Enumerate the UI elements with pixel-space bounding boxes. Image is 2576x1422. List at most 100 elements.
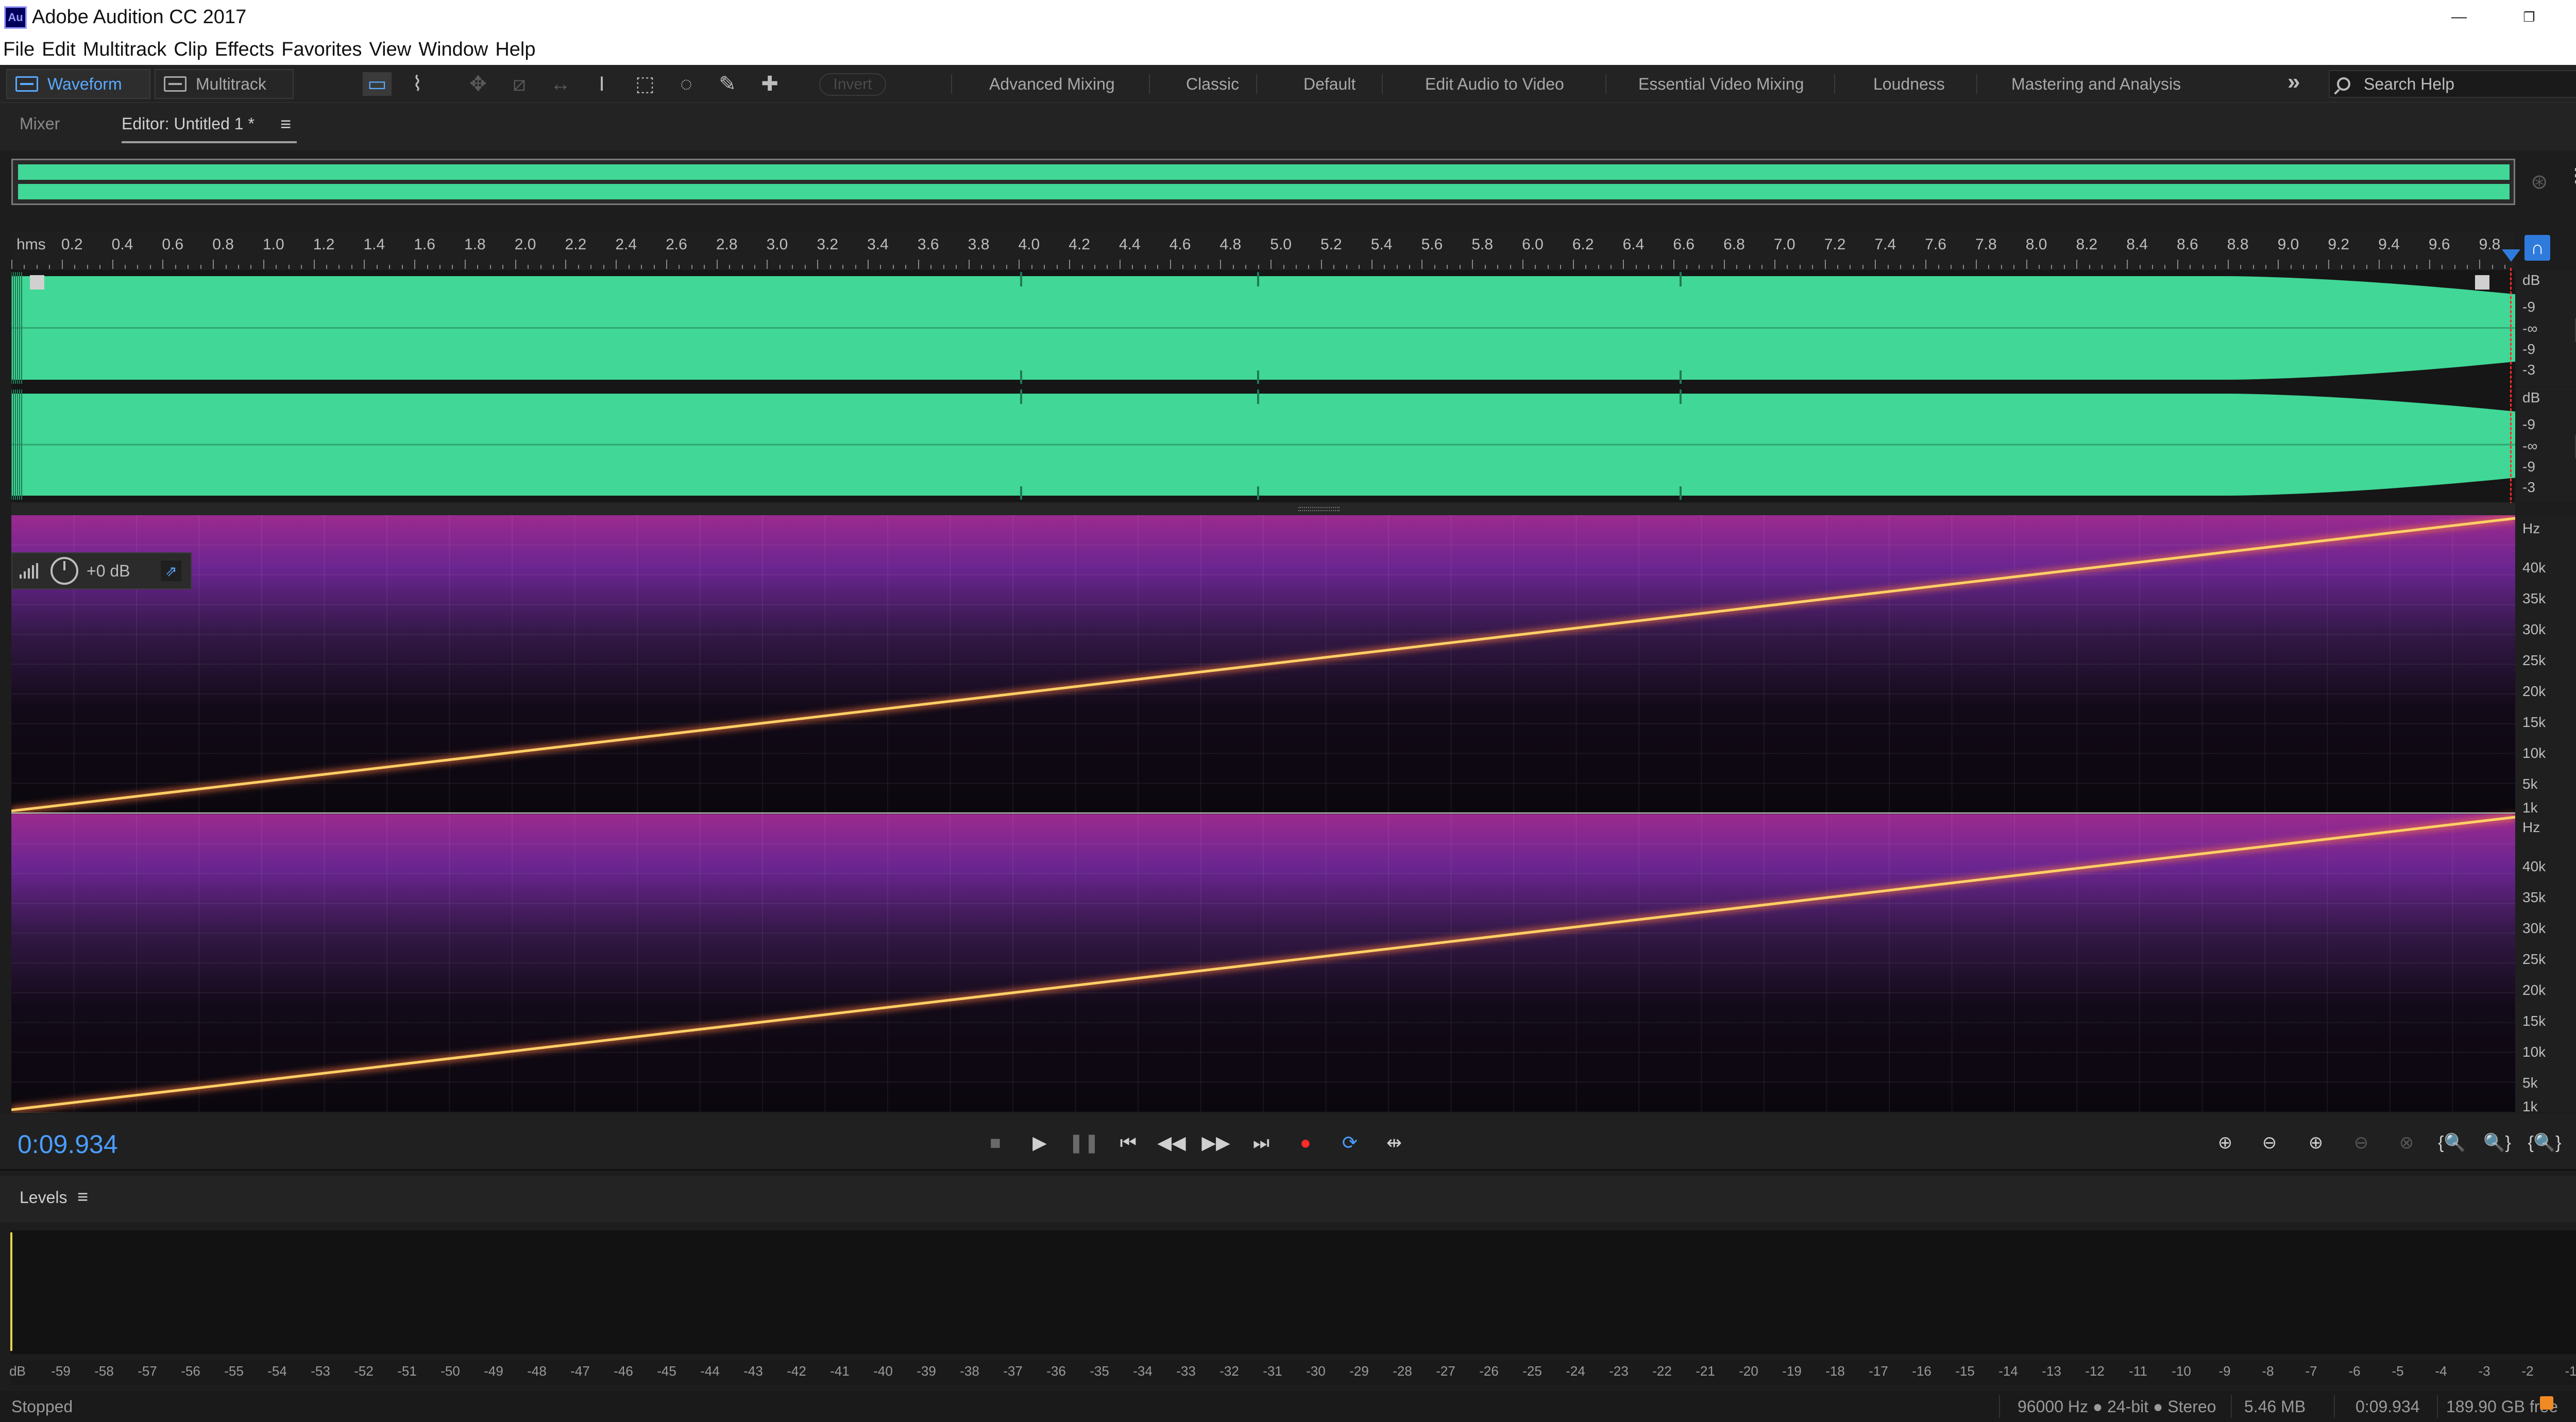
fast-forward-button[interactable]: ▶▶ (1200, 1127, 1231, 1158)
ruler-tick (1346, 265, 1347, 269)
zoom-navigator-icon[interactable]: ⊛ (2531, 170, 2548, 194)
zoom-out-full-button[interactable]: ⊗ (2388, 1127, 2425, 1158)
waveform-mode-button[interactable]: Waveform (6, 69, 150, 99)
stop-button[interactable]: ■ (980, 1127, 1011, 1158)
gain-value[interactable]: +0 dB (87, 562, 154, 581)
marquee-selection-tool-icon[interactable]: ⬚ (631, 72, 659, 96)
playhead-handle[interactable] (2502, 249, 2520, 262)
multitrack-mode-button[interactable]: Multitrack (155, 69, 294, 99)
ruler-tick (1384, 265, 1385, 269)
editor-panel-menu-icon[interactable]: ≡ (280, 113, 291, 135)
workspace-edit-audio-to-video[interactable]: Edit Audio to Video (1425, 71, 1564, 97)
restore-button[interactable]: ❐ (2506, 4, 2552, 30)
close-button[interactable]: ✕ (2574, 4, 2576, 30)
ruler-tick (792, 265, 793, 269)
divider-grip-icon[interactable] (1298, 507, 1340, 511)
level-scale-label: -54 (267, 1363, 287, 1379)
search-help-box[interactable] (2329, 70, 2576, 98)
ruler-tick (188, 265, 189, 269)
tab-mixer[interactable]: Mixer (20, 114, 60, 133)
pause-button[interactable]: ❚❚ (1069, 1127, 1099, 1158)
ruler-tick (124, 265, 126, 269)
time-ruler[interactable]: hms 0.2 0.4 0.6 0.8 1.0 1.2 1.4 1.6 1.8 2.0 2.2 2.4… (11, 232, 2515, 269)
menu-effects[interactable]: Effects (215, 34, 274, 65)
tab-editor[interactable]: Editor: Untitled 1 * (122, 114, 255, 133)
menu-multitrack[interactable]: Multitrack (83, 34, 167, 65)
ruler-tick (1132, 265, 1133, 269)
search-help-input[interactable] (2364, 74, 2576, 94)
menu-clip[interactable]: Clip (174, 34, 207, 65)
workspace-mastering-and-analysis[interactable]: Mastering and Analysis (2011, 71, 2181, 97)
ruler-tick (2215, 265, 2216, 269)
menu-edit[interactable]: Edit (42, 34, 75, 65)
go-to-start-button[interactable]: ⏮ (1113, 1127, 1144, 1158)
zoom-out-time-button[interactable]: ⊖ (2343, 1127, 2379, 1158)
workspace-default[interactable]: Default (1303, 71, 1355, 97)
ruler-tick (905, 265, 907, 269)
warning-icon[interactable] (2540, 1396, 2553, 1410)
db-label: dB (2522, 272, 2540, 288)
ruler-tick-label: 0.6 (162, 236, 184, 253)
levels-panel-title[interactable]: Levels (20, 1188, 67, 1207)
playback-status: Stopped (11, 1397, 73, 1416)
workspace-advanced-mixing[interactable]: Advanced Mixing (989, 71, 1115, 97)
razor-tool-icon[interactable]: ⧄ (505, 72, 534, 96)
levels-panel-menu-icon[interactable]: ≡ (77, 1186, 88, 1208)
ruler-tick (930, 265, 932, 269)
minimize-button[interactable]: — (2436, 4, 2482, 30)
gain-knob[interactable] (50, 557, 78, 585)
menu-help[interactable]: Help (495, 34, 535, 65)
zoom-reset-button[interactable]: ⌕ (2574, 1127, 2576, 1158)
spectral-frequency-display[interactable] (11, 515, 2516, 1113)
zoom-in-time-button[interactable]: ⊕ (2298, 1127, 2334, 1158)
rewind-button[interactable]: ◀◀ (1156, 1127, 1187, 1158)
current-time-display[interactable]: 0:09.934 (18, 1129, 118, 1159)
ruler-tick (603, 265, 604, 269)
menu-favorites[interactable]: Favorites (281, 34, 362, 65)
hz-label: 35k (2522, 590, 2546, 606)
go-to-end-button[interactable]: ⏭ (1246, 1127, 1277, 1158)
workspace-loudness[interactable]: Loudness (1873, 71, 1945, 97)
level-scale-label: -47 (570, 1363, 590, 1379)
level-scale-label: -50 (440, 1363, 460, 1379)
zoom-in-at-end-button[interactable]: 🔍} (2479, 1127, 2515, 1158)
ruler-tick (741, 265, 743, 269)
zoom-out-amplitude-button[interactable]: ⊖ (2251, 1127, 2287, 1158)
menu-view[interactable]: View (369, 34, 412, 65)
workspace-essential-video-mixing[interactable]: Essential Video Mixing (1638, 71, 1804, 97)
sample-format: 96000 Hz ● 24-bit ● Stereo (2018, 1397, 2216, 1416)
slip-tool-icon[interactable]: ↔ (546, 72, 575, 96)
move-tool-icon[interactable]: ✥ (464, 72, 493, 96)
hz-label: 10k (2522, 1044, 2546, 1060)
db-label: dB (2522, 390, 2540, 405)
pin-icon[interactable]: ⇗ (161, 561, 181, 581)
amplitude-hud[interactable]: +0 dB ⇗ (11, 552, 192, 589)
waveform-overview[interactable] (11, 159, 2515, 205)
time-selection-tool-icon[interactable]: I (587, 72, 616, 96)
play-button[interactable]: ▶ (1024, 1127, 1055, 1158)
menu-file[interactable]: File (3, 34, 35, 65)
spectral-pitch-display-icon[interactable]: ⌇ (403, 72, 432, 96)
ruler-tick (1245, 265, 1247, 269)
waveform-display[interactable] (11, 270, 2515, 502)
spot-healing-brush-tool-icon[interactable]: ✚ (755, 72, 784, 96)
zoom-in-at-start-button[interactable]: {🔍 (2434, 1127, 2470, 1158)
level-meter[interactable] (11, 1230, 2576, 1354)
paintbrush-selection-tool-icon[interactable]: ✎ (713, 72, 742, 96)
snapping-icon[interactable]: ∩ (2524, 235, 2550, 261)
skip-selection-button[interactable]: ⇹ (1379, 1127, 1410, 1158)
menu-window[interactable]: Window (418, 34, 488, 65)
workspace-overflow-button[interactable]: » (2287, 69, 2300, 95)
workspace-classic[interactable]: Classic (1186, 71, 1239, 97)
zoom-to-selection-button[interactable]: {🔍} (2527, 1127, 2563, 1158)
hz-label: Hz (2522, 819, 2540, 835)
zoom-in-amplitude-button[interactable]: ⊕ (2207, 1127, 2243, 1158)
lasso-selection-tool-icon[interactable]: ◌ (672, 72, 701, 96)
ruler-tick (2227, 260, 2229, 269)
record-button[interactable]: ● (1290, 1127, 1321, 1158)
loop-button[interactable]: ⟳ (1334, 1127, 1365, 1158)
view-divider[interactable] (11, 503, 2515, 515)
ruler-tick-label: 6.8 (1723, 236, 1745, 253)
spectral-frequency-display-icon[interactable]: ▭ (363, 72, 392, 96)
invert-button[interactable]: Invert (819, 73, 886, 96)
